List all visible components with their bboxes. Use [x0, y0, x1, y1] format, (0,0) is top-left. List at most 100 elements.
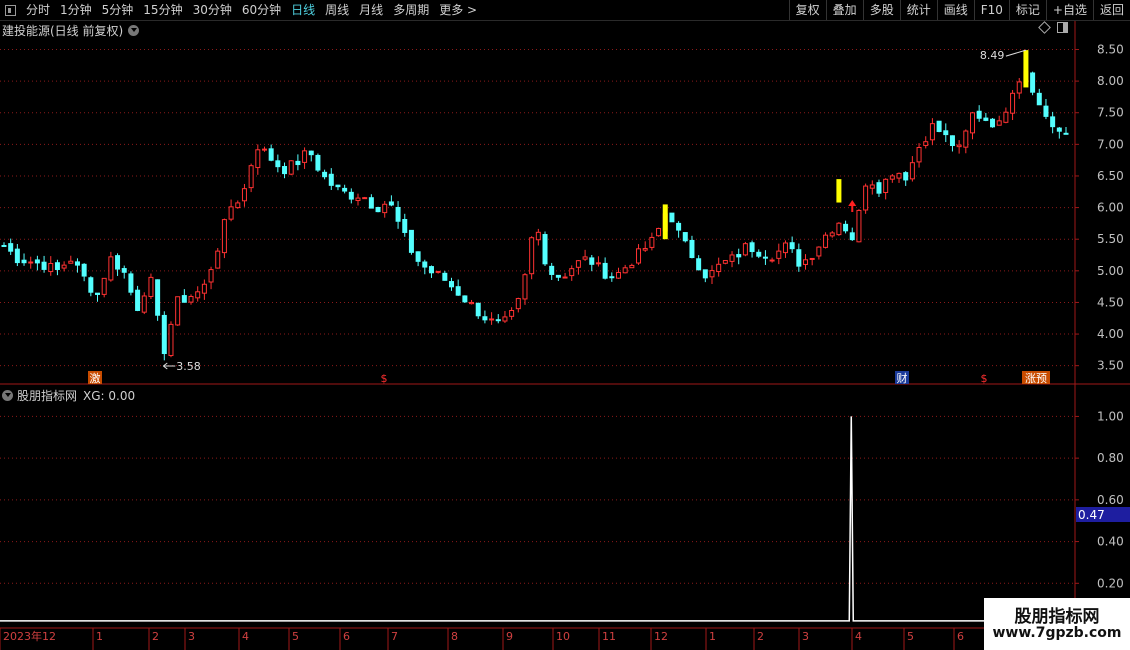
candle-body — [489, 318, 495, 321]
y-tick-label: 4.00 — [1097, 327, 1124, 341]
candle-body — [302, 150, 308, 163]
x-tick-label: 2023年12 — [3, 629, 56, 643]
candle-body — [95, 292, 101, 295]
candle-body — [529, 237, 535, 275]
candle-body — [68, 260, 74, 264]
candle-body — [949, 135, 955, 147]
period-tab[interactable]: 日线 — [286, 0, 320, 20]
candle-body — [903, 172, 909, 181]
candle-body — [1016, 81, 1022, 94]
candle-body — [161, 314, 167, 355]
candle-body — [422, 261, 428, 268]
candle-body — [729, 254, 735, 262]
candle-body — [375, 207, 381, 213]
candle-body — [509, 310, 515, 317]
candle-body — [495, 319, 501, 322]
candle-body — [1036, 92, 1042, 106]
x-tick-label: 4 — [242, 630, 249, 643]
candle-body — [408, 229, 414, 253]
x-tick-label: 2 — [152, 630, 159, 643]
candle-body — [348, 191, 354, 200]
candle-body — [629, 264, 635, 269]
toolbar-button[interactable]: +自选 — [1045, 0, 1093, 20]
x-tick-label: 6 — [957, 630, 964, 643]
candle-body — [1043, 105, 1049, 117]
candle-body — [796, 249, 802, 267]
y-tick-label: 4.50 — [1097, 295, 1124, 309]
candle-body — [636, 248, 642, 264]
toolbar-button[interactable]: F10 — [973, 0, 1009, 20]
candle-body — [595, 262, 601, 265]
period-tab[interactable]: 分时 — [21, 0, 55, 20]
x-tick-label: 7 — [391, 630, 398, 643]
x-tick-label: 4 — [855, 630, 862, 643]
candle-body — [48, 262, 54, 273]
candle-body — [943, 130, 949, 136]
candle-body — [108, 256, 114, 281]
event-badge: $ — [981, 372, 988, 385]
candle-body — [215, 250, 221, 269]
candle-body — [876, 182, 882, 194]
kline-chart[interactable]: 3.50 4.00 4.50 5.00 5.50 6.00 6.50 7.00 7.50 8.00… — [0, 21, 1130, 650]
candle-body — [475, 302, 481, 317]
candle-body — [61, 264, 67, 269]
y-tick-label: 6.50 — [1097, 169, 1124, 183]
period-tab[interactable]: 周线 — [320, 0, 354, 20]
candle-body — [609, 276, 615, 279]
candle-body — [669, 212, 675, 223]
candle-body — [261, 148, 267, 151]
event-badge: 激 — [90, 371, 101, 385]
period-tab[interactable]: 1分钟 — [55, 0, 97, 20]
candle-body — [589, 257, 595, 265]
x-tick-label: 10 — [556, 630, 570, 643]
toolbar-button[interactable]: 多股 — [862, 0, 900, 20]
candle-body — [863, 185, 869, 211]
toolbar-button[interactable]: 标记 — [1008, 0, 1046, 20]
x-tick-label: 12 — [654, 630, 668, 643]
candle-body — [549, 265, 555, 275]
toolbar-button[interactable]: 复权 — [788, 0, 826, 20]
toolbar-button[interactable]: 统计 — [899, 0, 937, 20]
candle-body — [502, 316, 508, 322]
period-tab[interactable]: 15分钟 — [138, 0, 187, 20]
toolbar-button[interactable]: 返回 — [1092, 0, 1130, 20]
candle-body — [382, 203, 388, 214]
period-tab[interactable]: 60分钟 — [237, 0, 286, 20]
x-tick-label: 9 — [506, 630, 513, 643]
candle-body — [155, 279, 161, 316]
signal-candle — [662, 204, 668, 240]
candle-body — [836, 222, 842, 236]
candle-body — [141, 295, 147, 313]
candle-body — [328, 173, 334, 186]
candle-body — [569, 268, 575, 277]
candle-body — [1056, 127, 1062, 132]
candle-body — [515, 298, 521, 310]
period-tab[interactable]: 更多 > — [434, 0, 482, 20]
candle-body — [1030, 72, 1036, 93]
candle-body — [776, 250, 782, 259]
candle-body — [81, 263, 87, 277]
candle-body — [535, 231, 541, 241]
layout-toggle-icon[interactable] — [5, 4, 16, 16]
watermark-title: 股朋指标网 — [1014, 607, 1100, 627]
current-value-badge: 0.47 — [1078, 508, 1105, 522]
candle-body — [889, 175, 895, 180]
y-tick-label: 5.00 — [1097, 264, 1124, 278]
candle-body — [469, 301, 475, 305]
y-tick-label: 3.50 — [1097, 359, 1124, 373]
period-tab[interactable]: 5分钟 — [97, 0, 139, 20]
toolbar-button[interactable]: 画线 — [936, 0, 974, 20]
period-tab[interactable]: 月线 — [354, 0, 388, 20]
candle-body — [1063, 132, 1069, 135]
y-tick-label: 5.50 — [1097, 232, 1124, 246]
period-tab[interactable]: 多周期 — [388, 0, 434, 20]
y-tick-label: 0.40 — [1097, 535, 1124, 549]
candle-body — [208, 269, 214, 283]
toolbar-button[interactable]: 叠加 — [825, 0, 863, 20]
period-tab[interactable]: 30分钟 — [188, 0, 237, 20]
candle-body — [909, 162, 915, 180]
candle-body — [756, 251, 762, 257]
candle-body — [896, 172, 902, 179]
candle-body — [749, 242, 755, 253]
x-tick-label: 5 — [907, 630, 914, 643]
